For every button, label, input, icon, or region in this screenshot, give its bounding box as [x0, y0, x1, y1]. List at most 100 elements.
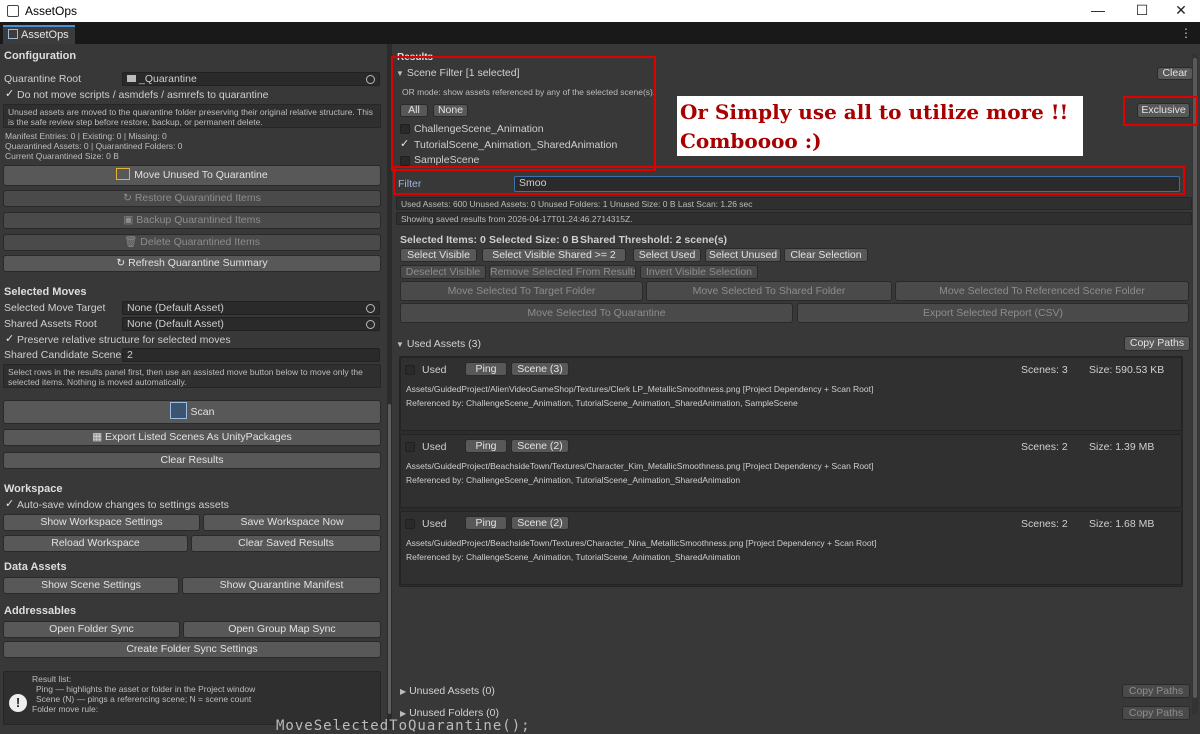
shared-assets-root-field[interactable]: None (Default Asset) — [122, 317, 380, 331]
select-visible-button[interactable]: Select Visible — [400, 248, 477, 262]
result-list-help: Result list: Ping — highlights the asset… — [3, 671, 381, 725]
object-picker-icon[interactable] — [366, 320, 375, 329]
shared-candidate-field[interactable]: 2 — [122, 348, 380, 362]
scan-icon — [169, 402, 187, 419]
row-checkbox[interactable] — [405, 519, 415, 529]
ping-button[interactable]: Ping — [465, 516, 507, 530]
scene-button[interactable]: Scene (2) — [511, 439, 569, 453]
select-used-button[interactable]: Select Used — [633, 248, 701, 262]
tab-label: AssetOps — [21, 29, 69, 41]
scene-count: Scenes: 3 — [1021, 364, 1068, 376]
move-unused-button[interactable]: Move Unused To Quarantine — [3, 165, 381, 186]
folder-move-rule: Folder move rule: — [32, 704, 99, 714]
select-unused-button[interactable]: Select Unused — [705, 248, 781, 262]
scan-button[interactable]: Scan — [3, 400, 381, 424]
check-icon[interactable]: ✓ — [5, 334, 14, 345]
refresh-icon: ↻ — [116, 257, 129, 269]
selected-move-target-label: Selected Move Target — [4, 302, 106, 314]
restore-button[interactable]: ↻ Restore Quarantined Items — [3, 190, 381, 207]
left-scrollbar-thumb[interactable] — [388, 404, 391, 714]
more-menu-icon[interactable]: ⋮ — [1180, 26, 1192, 40]
list-item[interactable]: Used Ping Scene (2) Scenes: 2 Size: 1.68… — [400, 511, 1182, 585]
selected-move-target-field[interactable]: None (Default Asset) — [122, 301, 380, 315]
save-workspace-button[interactable]: Save Workspace Now — [203, 514, 381, 531]
show-workspace-settings-button[interactable]: Show Workspace Settings — [3, 514, 200, 531]
move-to-quarantine-button[interactable]: Move Selected To Quarantine — [400, 303, 793, 323]
refresh-label: Refresh Quarantine Summary — [128, 257, 268, 269]
asset-path: Assets/GuidedProject/BeachsideTown/Textu… — [406, 461, 874, 471]
row-checkbox[interactable] — [405, 365, 415, 375]
select-visible-shared-button[interactable]: Select Visible Shared >= 2 — [482, 248, 626, 262]
export-report-button[interactable]: Export Selected Report (CSV) — [797, 303, 1189, 323]
scene-button[interactable]: Scene (2) — [511, 516, 569, 530]
asset-path: Assets/GuidedProject/BeachsideTown/Textu… — [406, 538, 877, 548]
move-to-shared-button[interactable]: Move Selected To Shared Folder — [646, 281, 892, 301]
backup-button[interactable]: ▣ Backup Quarantined Items — [3, 212, 381, 229]
scene-count: Scenes: 2 — [1021, 441, 1068, 453]
export-scenes-button[interactable]: ▦ Export Listed Scenes As UnityPackages — [3, 429, 381, 446]
row-tag: Used — [422, 518, 447, 530]
scene-button[interactable]: Scene (3) — [511, 362, 569, 376]
delete-button[interactable]: 🗑 Delete Quarantined Items — [3, 234, 381, 251]
invert-visible-button[interactable]: Invert Visible Selection — [640, 265, 758, 279]
object-picker-icon[interactable] — [366, 75, 375, 84]
clear-selection-button[interactable]: Clear Selection — [784, 248, 868, 262]
annotation-line-2: Comboooo :) — [680, 129, 822, 153]
check-icon[interactable]: ✓ — [5, 89, 14, 100]
window-title-bar: AssetOps — ☐ ✕ — [0, 0, 1200, 22]
unused-assets-foldout[interactable]: ▶ Unused Assets (0) — [400, 685, 495, 697]
trash-icon: 🗑 — [124, 236, 141, 248]
tab-assetops[interactable]: AssetOps — [3, 25, 75, 44]
asset-size: Size: 1.39 MB — [1089, 441, 1155, 453]
right-scrollbar-thumb[interactable] — [1193, 58, 1197, 698]
result-list-ping-help: Ping — highlights the asset or folder in… — [36, 684, 256, 694]
scan-label: Scan — [190, 406, 215, 418]
row-checkbox[interactable] — [405, 442, 415, 452]
ping-button[interactable]: Ping — [465, 362, 507, 376]
list-item[interactable]: Used Ping Scene (2) Scenes: 2 Size: 1.39… — [400, 434, 1182, 508]
restore-icon: ↻ — [123, 192, 135, 204]
annotation-box-exclusive — [1123, 96, 1198, 126]
show-quarantine-manifest-button[interactable]: Show Quarantine Manifest — [182, 577, 381, 594]
copy-paths-unused-folders-button[interactable]: Copy Paths — [1122, 706, 1190, 720]
result-list-title: Result list: — [32, 674, 72, 684]
open-folder-sync-button[interactable]: Open Folder Sync — [3, 621, 180, 638]
clear-saved-results-button[interactable]: Clear Saved Results — [191, 535, 381, 552]
clear-results-button[interactable]: Clear Results — [3, 452, 381, 469]
delete-label: Delete Quarantined Items — [140, 236, 260, 248]
clear-filter-button[interactable]: Clear — [1157, 67, 1193, 80]
configuration-header: Configuration — [4, 50, 77, 62]
remove-selected-button[interactable]: Remove Selected From Results — [489, 265, 636, 279]
show-scene-settings-button[interactable]: Show Scene Settings — [3, 577, 179, 594]
info-icon: ! — [9, 694, 27, 712]
used-assets-foldout[interactable]: ▼ Used Assets (3) — [396, 338, 481, 350]
summary-line-1: Manifest Entries: 0 | Existing: 0 | Miss… — [5, 131, 167, 141]
deselect-visible-button[interactable]: Deselect Visible — [400, 265, 486, 279]
minimize-icon[interactable]: — — [1083, 2, 1113, 18]
refresh-button[interactable]: ↻ Refresh Quarantine Summary — [3, 255, 381, 272]
foldout-caret-icon: ▶ — [400, 687, 407, 696]
tab-bar: AssetOps ⋮ — [0, 22, 1200, 44]
check-icon[interactable]: ✓ — [5, 499, 14, 510]
maximize-icon[interactable]: ☐ — [1127, 2, 1157, 19]
move-to-referenced-button[interactable]: Move Selected To Referenced Scene Folder — [895, 281, 1189, 301]
reload-workspace-button[interactable]: Reload Workspace — [3, 535, 188, 552]
unused-assets-header: Unused Assets (0) — [409, 685, 495, 697]
move-to-target-button[interactable]: Move Selected To Target Folder — [400, 281, 643, 301]
selected-moves-header: Selected Moves — [4, 286, 87, 298]
open-group-map-sync-button[interactable]: Open Group Map Sync — [183, 621, 381, 638]
ping-button[interactable]: Ping — [465, 439, 507, 453]
close-icon[interactable]: ✕ — [1166, 2, 1196, 19]
create-folder-sync-button[interactable]: Create Folder Sync Settings — [3, 641, 381, 658]
list-item[interactable]: Used Ping Scene (3) Scenes: 3 Size: 590.… — [400, 357, 1182, 431]
object-picker-icon[interactable] — [366, 304, 375, 313]
copy-paths-button[interactable]: Copy Paths — [1124, 336, 1190, 351]
quarantine-root-label: Quarantine Root — [4, 73, 82, 85]
copy-paths-unused-assets-button[interactable]: Copy Paths — [1122, 684, 1190, 698]
assetops-icon — [8, 29, 18, 39]
asset-path: Assets/GuidedProject/AlienVideoGameShop/… — [406, 384, 874, 394]
summary-line-3: Current Quarantined Size: 0 B — [5, 151, 119, 161]
autosave-label: Auto-save window changes to settings ass… — [17, 499, 229, 511]
quarantine-root-field[interactable]: _Quarantine — [122, 72, 380, 86]
annotation-box-filter — [393, 166, 1185, 195]
